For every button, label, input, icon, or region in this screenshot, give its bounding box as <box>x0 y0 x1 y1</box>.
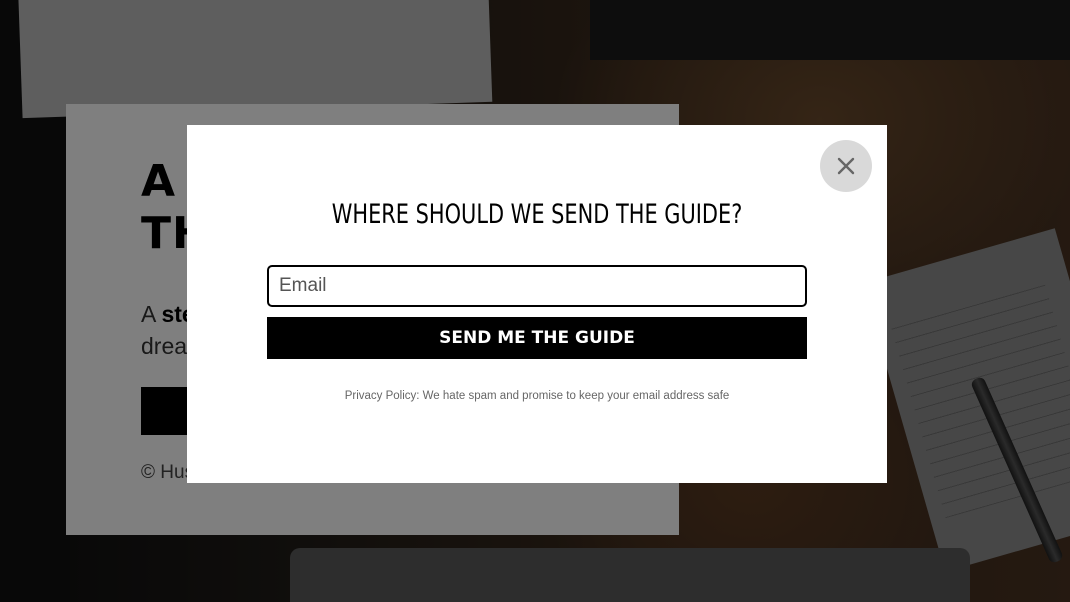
page: A H TH A ste drean © Hustle Gal WHERE SH… <box>0 0 1070 602</box>
email-input[interactable] <box>267 265 807 307</box>
send-guide-button[interactable]: SEND ME THE GUIDE <box>267 317 807 359</box>
subscribe-modal: WHERE SHOULD WE SEND THE GUIDE? SEND ME … <box>187 125 887 483</box>
close-button[interactable] <box>820 140 872 192</box>
modal-title: WHERE SHOULD WE SEND THE GUIDE? <box>331 199 743 230</box>
close-icon <box>837 157 855 175</box>
privacy-policy-text: Privacy Policy: We hate spam and promise… <box>344 390 730 402</box>
